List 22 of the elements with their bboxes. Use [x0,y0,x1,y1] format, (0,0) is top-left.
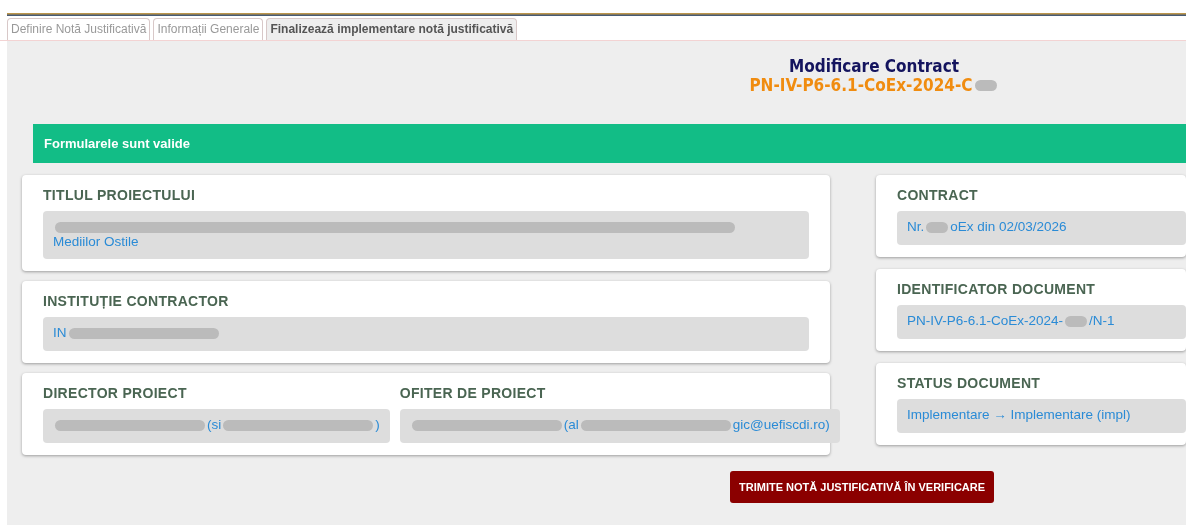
value-field: (si ) [43,409,390,444]
value-field: IN [43,317,809,352]
field-label: TITLUL PROIECTULUI [43,187,197,204]
submit-button[interactable]: TRIMITE NOTĂ JUSTIFICATIVĂ ÎN VERIFICARE [730,471,995,504]
value-field: Nr. oEx din 02/03/2026 [897,211,1186,246]
value-field: Implementare → Implementare (impl) [897,399,1186,434]
field-label: OFITER DE PROIECT [399,385,547,402]
field-label: STATUS DOCUMENT [897,375,1042,392]
field-label: IDENTIFICATOR DOCUMENT [897,281,1097,298]
page-title: Modificare Contract [788,57,960,76]
redaction-mark [1065,316,1088,328]
contract-code: PN-IV-P6-6.1-CoEx-2024-C [749,75,973,95]
value-field: Mediilor Ostile [43,211,809,260]
tab[interactable]: Finalizează implementare notă justificativă [266,18,518,40]
field-label: INSTITUȚIE CONTRACTOR [43,293,230,310]
value-field: PN-IV-P6-6.1-CoEx-2024- /N-1 [897,305,1186,340]
redaction-mark [974,79,997,91]
success-alert: Formularele sunt valide [33,124,1186,164]
field-label: DIRECTOR PROIECT [43,385,188,402]
redaction-mark [926,222,949,234]
value-field: (al gic@uefiscdi.ro) [399,409,840,444]
field-label: CONTRACT [897,187,979,204]
